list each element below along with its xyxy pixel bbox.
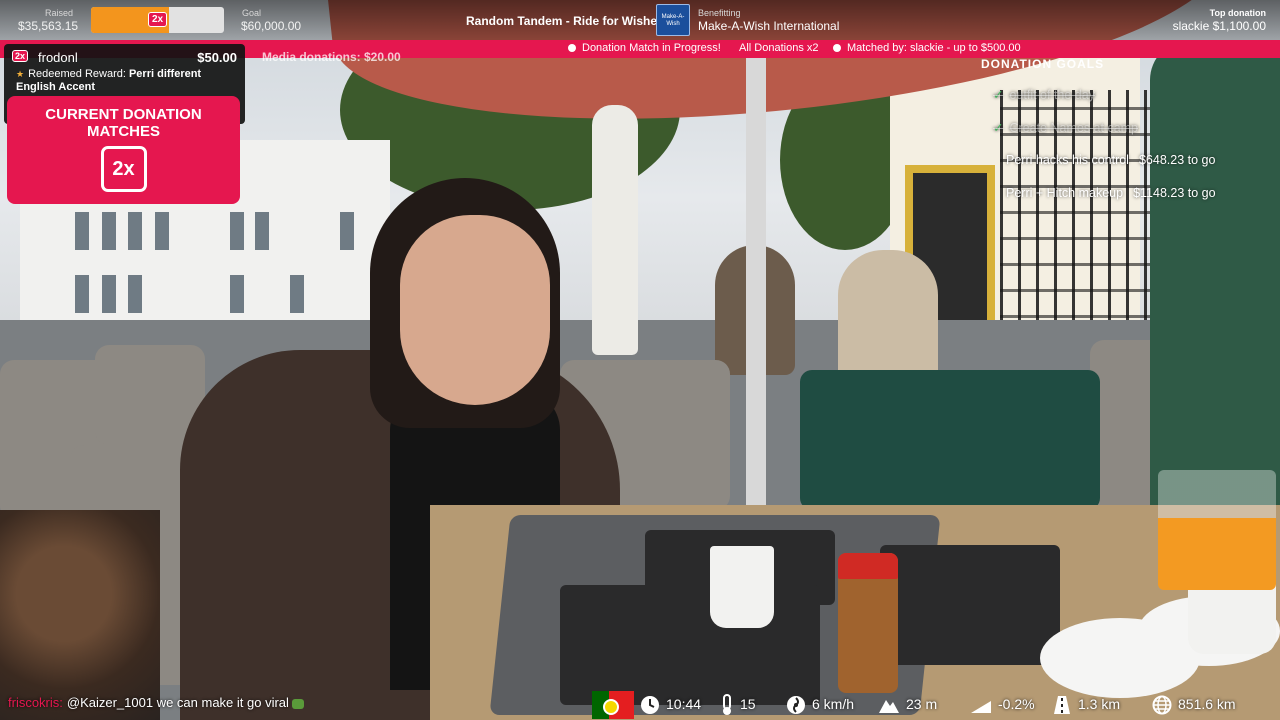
raised-value: $35,563.15	[18, 19, 79, 33]
bullet-icon	[833, 44, 841, 53]
stat-wind: 6 km/h	[786, 690, 854, 718]
goal-item: ✓ Create Names at camp	[993, 121, 1139, 135]
current-matches-card: Current Donation Matches 2x	[7, 96, 240, 204]
alert-multiplier-badge: 2x	[12, 50, 29, 62]
fundraiser-bar: Raised $35,563.15 2x Goal $60,000.00 Ran…	[0, 0, 1280, 40]
dried-plants	[0, 510, 160, 720]
goal-item: Perri hacks his control $648.23 to go	[1006, 153, 1215, 167]
chat-message: friscokris: @Kaizer_1001 we can make it g…	[8, 695, 304, 710]
media-donations-total: Media donations: $20.00	[262, 50, 401, 64]
goal-label: Perri + Hitch makeup	[1006, 186, 1124, 200]
slope-icon	[971, 701, 991, 714]
road-icon	[1054, 696, 1070, 715]
match-sponsor: Matched by: slackie - up to $500.00	[833, 42, 1021, 54]
match-multiplier: All Donations x2	[739, 42, 819, 54]
top-donation-label: Top donation	[1209, 8, 1266, 18]
standing-person	[1150, 40, 1280, 540]
goal-item: Perri + Hitch makeup $1148.23 to go	[1006, 186, 1216, 200]
goal-remaining: $1148.23 to go	[1133, 186, 1216, 200]
portugal-flag-icon	[592, 690, 634, 720]
stat-time: 10:44	[640, 690, 701, 718]
raised-label: Raised	[45, 8, 74, 18]
stat-distance: 1.3 km	[1052, 690, 1120, 718]
chat-text: @Kaizer_1001 we can make it go viral	[66, 695, 289, 710]
goal-label: Perri hacks his control	[1006, 153, 1129, 167]
check-icon: ✓	[993, 88, 1004, 102]
alert-reward: ★ Redeemed Reward: Perri different Englis…	[16, 68, 202, 93]
fundraiser-progress-bar: 2x	[91, 7, 224, 33]
globe-icon	[1152, 695, 1172, 715]
bullet-icon	[568, 44, 576, 53]
alert-donor: frodonl	[38, 50, 78, 65]
donation-goals-title: Donation Goals	[981, 57, 1105, 71]
current-matches-title: Current Donation Matches	[45, 106, 202, 140]
folded-umbrella	[592, 105, 638, 355]
stat-temperature: 15	[720, 690, 756, 718]
star-icon: ★	[16, 69, 25, 79]
stat-altitude: 23 m	[878, 690, 937, 718]
check-icon: ✓	[993, 121, 1004, 135]
top-donation-value: slackie $1,100.00	[1172, 19, 1266, 33]
make-a-wish-logo: Make-A-Wish	[656, 4, 690, 36]
goal-remaining: $648.23 to go	[1138, 153, 1216, 167]
alert-amount: $50.00	[197, 50, 237, 65]
spice-jar-cap	[838, 553, 898, 579]
goal-value: $60,000.00	[241, 19, 302, 33]
fan-icon	[787, 696, 805, 715]
orange-juice-glass	[1158, 470, 1276, 590]
slate-board	[880, 545, 1060, 665]
streamer-face	[400, 215, 550, 405]
goal-label: Goal	[242, 8, 262, 18]
mountain-icon	[879, 700, 899, 714]
espresso-cup	[710, 546, 774, 628]
emote-icon	[291, 698, 304, 709]
campaign-title: Random Tandem - Ride for Wishes	[466, 14, 664, 28]
background-person	[838, 250, 938, 380]
benefitting-charity: Make-A-Wish International	[698, 19, 840, 33]
clock-icon	[641, 696, 659, 715]
chat-username: friscokris:	[8, 695, 63, 710]
slate-board	[560, 585, 820, 705]
umbrella-pole	[746, 40, 766, 530]
green-jacket	[800, 370, 1100, 510]
goal-item: ✓ outfit of the day	[993, 88, 1095, 102]
match-multiplier-badge: 2x	[100, 146, 147, 192]
benefitting-label: Benefitting	[698, 8, 741, 18]
thermometer-icon	[723, 694, 731, 716]
multiplier-badge: 2x	[148, 12, 168, 27]
stat-total-distance: 851.6 km	[1152, 690, 1236, 718]
match-status: Donation Match in Progress!	[568, 42, 721, 54]
stat-grade: -0.2%	[970, 690, 1035, 718]
